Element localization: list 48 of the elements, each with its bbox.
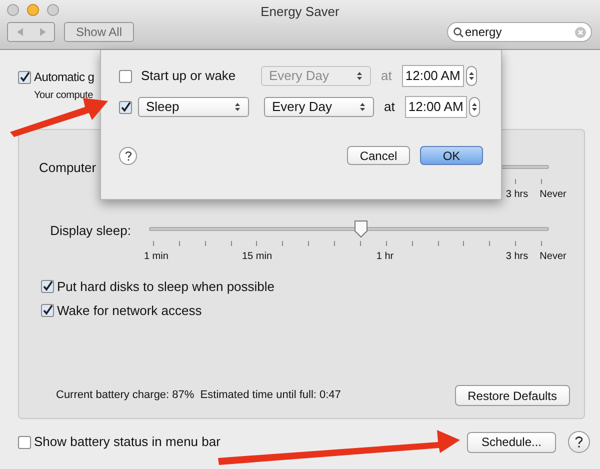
tick-label: 15 min [242,250,272,264]
time-stepper[interactable] [466,66,477,86]
checkbox[interactable] [119,70,132,82]
help-icon[interactable] [568,431,590,453]
battery-status-text: Current battery charge: 87% Estimated time until full: 0:47 [56,388,341,404]
at-label: at [381,67,392,86]
day-dropdown[interactable]: Every Day [264,97,374,117]
checkbox[interactable] [18,70,31,84]
checkbox[interactable] [18,436,31,448]
time-field[interactable]: 12:00 AM [402,65,464,87]
minimize-icon[interactable] [27,4,39,16]
ok-button[interactable]: OK [420,146,483,165]
checkbox[interactable] [41,304,54,317]
option-label: Wake for network access [57,302,202,320]
option-label: Automatic g [34,69,94,86]
event-label: Start up or wake [141,67,237,86]
time-field[interactable]: 12:00 AM [404,96,467,118]
slider-thumb[interactable] [354,220,368,238]
restore-defaults-button[interactable]: Restore Defaults [454,385,570,406]
tick-label: 1 min [144,250,168,264]
help-icon[interactable] [119,146,137,164]
checkbox[interactable] [41,280,54,294]
updown-arrows-icon [356,71,363,81]
checkbox[interactable] [119,100,132,114]
tick-label: 3 hrs [506,250,528,264]
slider-label: Computer [39,159,98,177]
description-text: Your compute [34,89,93,103]
updown-arrows-icon [470,102,478,112]
schedule-button[interactable]: Schedule... [467,432,556,452]
slider-label: Display sleep: [50,223,131,238]
window-title: Energy Saver [260,3,340,21]
search-icon [453,26,464,38]
tick-label: Never [540,188,566,202]
search-text: energy [465,24,503,41]
search-field[interactable]: energy [447,22,592,42]
updown-arrows-icon [359,102,366,112]
event-dropdown[interactable]: Sleep [138,97,249,117]
at-label: at [384,98,395,116]
option-label: Show battery status in menu bar [34,433,220,452]
option-label: Put hard disks to sleep when possible [57,278,275,296]
updown-arrows-icon [468,71,475,81]
tick-label: Never [540,250,566,264]
tick-label: 3 hrs [506,188,528,202]
updown-arrows-icon [234,102,241,112]
show-all-button[interactable]: Show All [64,22,134,42]
time-stepper[interactable] [468,97,480,117]
tick-label: 1 hr [376,250,394,264]
cancel-button[interactable]: Cancel [347,146,410,165]
